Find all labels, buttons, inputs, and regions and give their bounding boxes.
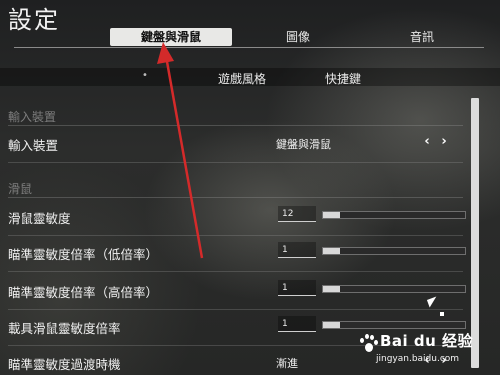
watermark: Bai du 经验 jingyan.baidu.com — [352, 330, 492, 370]
paw-logo-icon — [358, 334, 378, 354]
arrow-head — [157, 42, 174, 64]
annotation-arrow — [157, 42, 204, 259]
arrow-shaft — [164, 55, 204, 259]
watermark-url: jingyan.baidu.com — [376, 354, 460, 364]
watermark-logo: Bai du 经验 — [380, 332, 474, 350]
